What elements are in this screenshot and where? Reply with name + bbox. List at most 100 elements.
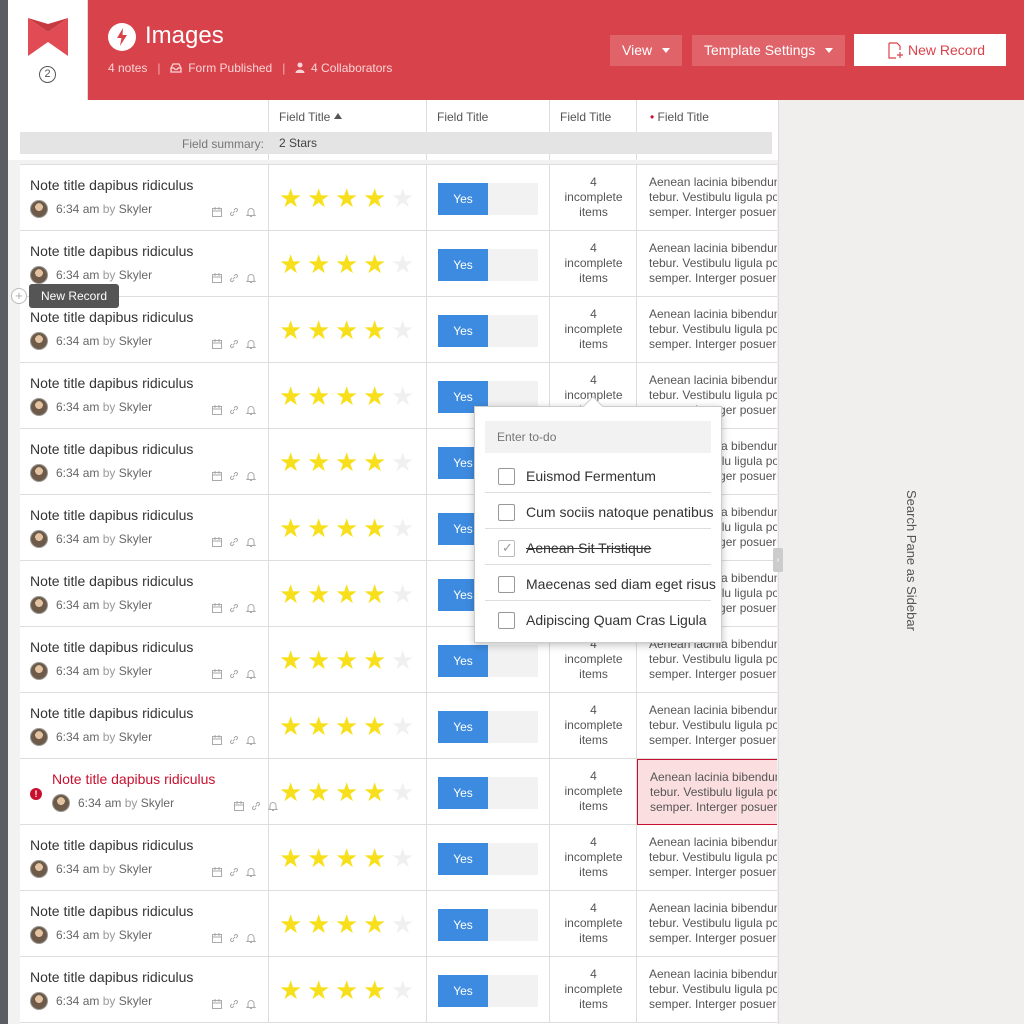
todo-item[interactable]: Maecenas sed diam eget risus: [485, 567, 716, 601]
checklist-cell[interactable]: 4incompleteitems: [550, 891, 637, 957]
link-icon[interactable]: [229, 468, 239, 481]
note-title[interactable]: Note title dapibus ridiculus: [30, 441, 193, 457]
todo-checkbox[interactable]: [498, 576, 515, 593]
link-icon[interactable]: [251, 798, 261, 811]
star-icon[interactable]: ★: [391, 581, 419, 607]
star-icon[interactable]: ★: [363, 713, 391, 739]
star-icon[interactable]: ★: [391, 977, 419, 1003]
star-icon[interactable]: ★: [363, 911, 391, 937]
star-rating[interactable]: ★ ★ ★ ★ ★: [279, 845, 419, 871]
note-title-cell[interactable]: Note title dapibus ridiculus 6:34 am by S…: [20, 165, 269, 231]
todo-label[interactable]: Euismod Fermentum: [526, 468, 656, 484]
toggle-cell[interactable]: Yes: [427, 759, 550, 825]
star-icon[interactable]: ★: [335, 911, 363, 937]
star-rating[interactable]: ★ ★ ★ ★ ★: [279, 317, 419, 343]
description-cell[interactable]: Aenean lacinia bibendumtebur. Vestibulu …: [637, 957, 777, 1023]
star-icon[interactable]: ★: [279, 581, 307, 607]
star-icon[interactable]: ★: [279, 251, 307, 277]
todo-label[interactable]: Adipiscing Quam Cras Ligula: [526, 612, 707, 628]
toggle-yes[interactable]: Yes: [438, 183, 488, 215]
link-icon[interactable]: [229, 930, 239, 943]
sidebar-collapse-handle[interactable]: ›: [773, 548, 783, 572]
note-title-cell[interactable]: Note title dapibus ridiculus 6:34 am by S…: [20, 957, 269, 1023]
checklist-cell[interactable]: 4incompleteitems: [550, 825, 637, 891]
star-icon[interactable]: ★: [335, 515, 363, 541]
star-icon[interactable]: ★: [335, 317, 363, 343]
toggle-yes[interactable]: Yes: [438, 975, 488, 1007]
calendar-icon[interactable]: [212, 732, 222, 745]
description-cell[interactable]: Aenean lacinia bibendumtebur. Vestibulu …: [637, 693, 777, 759]
todo-item[interactable]: Euismod Fermentum: [485, 459, 711, 493]
star-icon[interactable]: ★: [363, 515, 391, 541]
calendar-icon[interactable]: [212, 204, 222, 217]
star-icon[interactable]: ★: [391, 449, 419, 475]
note-title-cell[interactable]: Note title dapibus ridiculus 6:34 am by S…: [20, 891, 269, 957]
collaborators-count[interactable]: 4 Collaborators: [311, 61, 392, 75]
yes-no-toggle[interactable]: Yes: [438, 711, 538, 743]
bell-icon[interactable]: [245, 468, 257, 481]
star-rating[interactable]: ★ ★ ★ ★ ★: [279, 713, 419, 739]
calendar-icon[interactable]: [212, 864, 222, 877]
calendar-icon[interactable]: [212, 270, 222, 283]
star-icon[interactable]: ★: [391, 845, 419, 871]
bell-icon[interactable]: [245, 336, 257, 349]
table-row[interactable]: Note title dapibus ridiculus 6:34 am by S…: [20, 693, 777, 759]
star-icon[interactable]: ★: [307, 317, 335, 343]
note-title-cell[interactable]: ! Note title dapibus ridiculus 6:34 am by …: [20, 759, 279, 825]
star-icon[interactable]: ★: [335, 251, 363, 277]
note-title[interactable]: Note title dapibus ridiculus: [30, 837, 193, 853]
rating-cell[interactable]: ★ ★ ★ ★ ★: [269, 165, 427, 231]
view-button[interactable]: View: [610, 35, 683, 66]
star-icon[interactable]: ★: [363, 251, 391, 277]
rating-cell[interactable]: ★ ★ ★ ★ ★: [269, 627, 427, 693]
toggle-cell[interactable]: Yes: [427, 165, 550, 231]
note-title[interactable]: Note title dapibus ridiculus: [30, 243, 193, 259]
note-title[interactable]: Note title dapibus ridiculus: [30, 639, 193, 655]
calendar-icon[interactable]: [212, 336, 222, 349]
rating-cell[interactable]: ★ ★ ★ ★ ★: [269, 363, 427, 429]
toggle-yes[interactable]: Yes: [438, 777, 488, 809]
star-icon[interactable]: ★: [363, 317, 391, 343]
yes-no-toggle[interactable]: Yes: [438, 645, 538, 677]
star-rating[interactable]: ★ ★ ★ ★ ★: [279, 581, 419, 607]
bell-icon[interactable]: [245, 732, 257, 745]
todo-label[interactable]: Maecenas sed diam eget risus: [526, 576, 716, 592]
note-title-cell[interactable]: Note title dapibus ridiculus 6:34 am by S…: [20, 693, 269, 759]
note-title-cell[interactable]: Note title dapibus ridiculus 6:34 am by S…: [20, 561, 269, 627]
link-icon[interactable]: [229, 996, 239, 1009]
todo-checkbox[interactable]: [498, 468, 515, 485]
todo-checkbox[interactable]: [498, 540, 515, 557]
table-row[interactable]: Note title dapibus ridiculus 6:34 am by S…: [20, 297, 777, 363]
yes-no-toggle[interactable]: Yes: [438, 315, 538, 347]
description-cell[interactable]: Aenean lacinia bibendumtebur. Vestibulu …: [637, 891, 777, 957]
star-icon[interactable]: ★: [335, 383, 363, 409]
toggle-yes[interactable]: Yes: [438, 315, 488, 347]
star-icon[interactable]: ★: [279, 845, 307, 871]
star-icon[interactable]: ★: [279, 713, 307, 739]
toggle-cell[interactable]: Yes: [427, 231, 550, 297]
bell-icon[interactable]: [245, 666, 257, 679]
star-icon[interactable]: ★: [279, 911, 307, 937]
star-icon[interactable]: ★: [307, 383, 335, 409]
bell-icon[interactable]: [245, 996, 257, 1009]
table-row[interactable]: Note title dapibus ridiculus 6:34 am by S…: [20, 825, 777, 891]
summary-value[interactable]: 2 Stars: [279, 136, 317, 150]
bell-icon[interactable]: [245, 204, 257, 217]
star-icon[interactable]: ★: [391, 317, 419, 343]
notes-count[interactable]: 4 notes: [108, 61, 147, 75]
note-title[interactable]: Note title dapibus ridiculus: [30, 507, 193, 523]
link-icon[interactable]: [229, 270, 239, 283]
bell-icon[interactable]: [245, 534, 257, 547]
bell-icon[interactable]: [245, 600, 257, 613]
star-rating[interactable]: ★ ★ ★ ★ ★: [279, 383, 419, 409]
link-icon[interactable]: [229, 402, 239, 415]
note-title[interactable]: Note title dapibus ridiculus: [30, 969, 193, 985]
rating-cell[interactable]: ★ ★ ★ ★ ★: [269, 759, 427, 825]
rating-cell[interactable]: ★ ★ ★ ★ ★: [269, 495, 427, 561]
bell-icon[interactable]: [245, 402, 257, 415]
toggle-yes[interactable]: Yes: [438, 249, 488, 281]
checklist-cell[interactable]: 4incompleteitems: [550, 693, 637, 759]
column-header-4[interactable]: • Field Title: [650, 110, 709, 124]
todo-label[interactable]: Aenean Sit Tristique: [526, 540, 651, 556]
calendar-icon[interactable]: [212, 402, 222, 415]
